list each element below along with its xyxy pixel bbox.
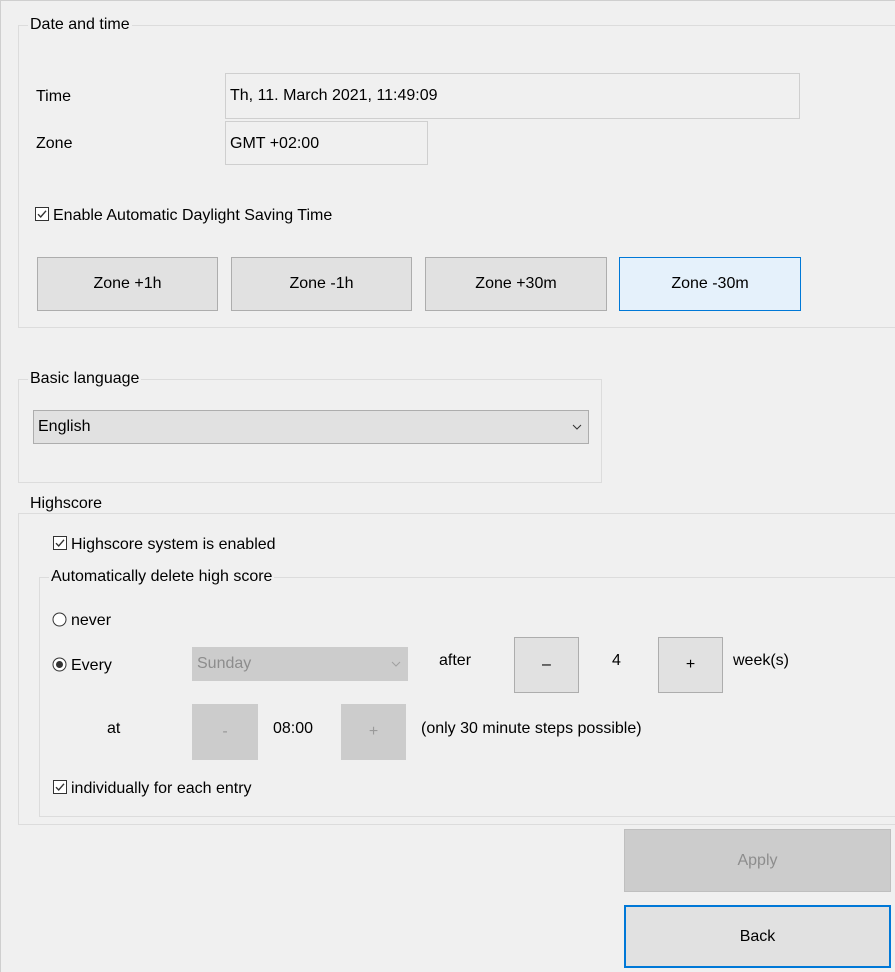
zone-plus-1h-button[interactable]: Zone +1h <box>37 257 218 311</box>
individual-label: individually for each entry <box>71 780 252 797</box>
weeks-minus-label: – <box>542 656 551 673</box>
time-minus-button[interactable]: - <box>192 704 258 760</box>
weeks-plus-label: + <box>685 656 696 673</box>
apply-label: Apply <box>737 851 778 869</box>
window-left-border <box>0 0 1 972</box>
zone-minus-1h-button[interactable]: Zone -1h <box>231 257 412 311</box>
day-selected-value: Sunday <box>197 655 252 672</box>
chevron-down-icon <box>391 648 401 692</box>
dst-checkbox[interactable]: Enable Automatic Daylight Saving Time <box>35 206 332 226</box>
weeks-minus-button[interactable]: – <box>514 637 579 693</box>
back-button[interactable]: Back <box>624 905 891 968</box>
radio-checked-icon <box>52 657 67 672</box>
zone-minus-1h-label: Zone -1h <box>289 275 354 292</box>
window-top-border <box>0 0 895 1</box>
apply-button[interactable]: Apply <box>624 829 891 892</box>
weeks-unit-label: week(s) <box>733 652 790 669</box>
weeks-plus-button[interactable]: + <box>658 637 723 693</box>
weeks-value: 4 <box>612 652 621 669</box>
time-note-label: (only 30 minute steps possible) <box>421 720 642 737</box>
back-label: Back <box>739 927 776 945</box>
zone-label: Zone <box>36 135 73 152</box>
never-label: never <box>71 612 112 629</box>
zone-minus-30m-label: Zone -30m <box>671 275 749 292</box>
after-label: after <box>439 652 472 669</box>
date-time-legend: Date and time <box>28 16 132 34</box>
zone-minus-30m-button[interactable]: Zone -30m <box>619 257 801 311</box>
zone-plus-30m-label: Zone +30m <box>475 275 557 292</box>
time-plus-label: + <box>368 723 379 740</box>
individual-checkbox[interactable]: individually for each entry <box>53 779 252 799</box>
highscore-enabled-label: Highscore system is enabled <box>71 536 276 553</box>
highscore-legend: Highscore <box>28 495 105 513</box>
day-select[interactable]: Sunday <box>192 647 408 681</box>
highscore-enabled-checkbox[interactable]: Highscore system is enabled <box>53 535 276 555</box>
zone-plus-30m-button[interactable]: Zone +30m <box>425 257 607 311</box>
checkbox-checked-icon <box>53 780 67 794</box>
time-plus-button[interactable]: + <box>341 704 406 760</box>
never-radio[interactable]: never <box>52 611 111 631</box>
language-select[interactable]: English <box>33 410 589 444</box>
zone-field: GMT +02:00 <box>225 121 428 165</box>
time-label: Time <box>36 88 71 105</box>
every-radio[interactable]: Every <box>52 656 112 676</box>
language-legend: Basic language <box>28 370 142 388</box>
zone-plus-1h-label: Zone +1h <box>93 275 162 292</box>
at-label: at <box>107 720 121 737</box>
checkbox-checked-icon <box>53 536 67 550</box>
language-selected-value: English <box>38 418 91 435</box>
checkbox-checked-icon <box>35 207 49 221</box>
delete-time-value: 08:00 <box>273 720 314 737</box>
dst-label: Enable Automatic Daylight Saving Time <box>53 207 333 224</box>
radio-unchecked-icon <box>52 612 67 627</box>
auto-delete-legend: Automatically delete high score <box>49 568 275 586</box>
time-field: Th, 11. March 2021, 11:49:09 <box>225 73 800 119</box>
chevron-down-icon <box>572 411 582 455</box>
time-minus-label: - <box>222 723 228 740</box>
every-label: Every <box>71 657 112 674</box>
